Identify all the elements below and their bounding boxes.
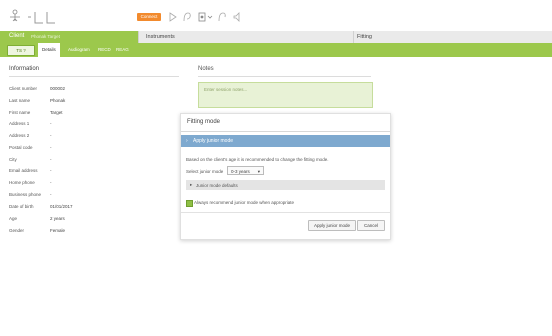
field-value: 000002	[50, 86, 66, 91]
apply-junior-banner: › Apply junior mode	[181, 135, 390, 147]
tab-instruments-label: Instruments	[146, 34, 175, 40]
junior-mode-select[interactable]: 0-3 years ▾	[227, 166, 264, 175]
field-label: Age	[9, 216, 18, 221]
cancel-button[interactable]: Cancel	[357, 220, 385, 231]
hearing-test-icon[interactable]	[217, 11, 227, 23]
play-icon[interactable]	[168, 11, 178, 23]
field-label: Gender	[9, 228, 25, 233]
field-value: -	[50, 157, 52, 162]
field-value: -	[50, 121, 52, 126]
field-value: Target	[50, 110, 63, 115]
field-value: Phonak	[50, 98, 66, 103]
connect-button[interactable]: Connect	[137, 13, 161, 21]
client-subnav: TS ? Details Audiogram RECD REAG	[0, 43, 552, 57]
field-label: Home phone	[9, 180, 35, 185]
recommend-checkbox[interactable]	[186, 200, 193, 207]
device-side-icon	[28, 12, 55, 24]
field-label: Date of birth	[9, 204, 34, 209]
tab-instruments[interactable]: Instruments	[138, 31, 354, 43]
junior-mode-label: Select junior mode	[186, 169, 224, 174]
banner-label: Apply junior mode	[193, 138, 234, 144]
information-divider	[9, 76, 179, 77]
field-value: -	[50, 180, 52, 185]
field-label: Last name	[9, 98, 31, 103]
subtab-details[interactable]: Details	[38, 43, 60, 57]
speaker-icon[interactable]	[232, 11, 242, 23]
client-name: Phonak Target	[31, 34, 60, 39]
field-label: Address 1	[9, 121, 30, 126]
caret-right-icon: ›	[186, 138, 188, 144]
information-title: Information	[9, 66, 40, 72]
notes-title: Notes	[198, 66, 214, 72]
field-value: Female	[50, 228, 66, 233]
notes-placeholder: Enter session notes...	[204, 87, 248, 92]
dialog-title: Fitting mode	[187, 119, 221, 125]
dialog-divider	[181, 131, 390, 132]
back-button[interactable]: TS ?	[7, 45, 35, 56]
field-value: 01/01/2017	[50, 204, 73, 209]
notes-divider	[198, 76, 371, 77]
field-label: Address 2	[9, 133, 30, 138]
hearing-aid-user-icon	[10, 9, 20, 22]
ear-icon[interactable]	[182, 11, 192, 23]
subtab-reag[interactable]: REAG	[112, 43, 133, 57]
tab-client[interactable]: Client Phonak Target	[0, 31, 138, 43]
junior-mode-value: 0-3 years	[231, 169, 250, 174]
field-value: -	[50, 145, 52, 150]
dialog-footer-divider	[181, 212, 390, 213]
notes-input[interactable]: Enter session notes...	[198, 82, 373, 108]
field-label: Postal code	[9, 145, 33, 150]
tab-client-label: Client	[9, 33, 25, 39]
field-label: City	[9, 157, 17, 162]
junior-defaults-section[interactable]: ▸ Junior mode defaults	[186, 180, 385, 190]
tab-fitting[interactable]: Fitting	[353, 31, 552, 43]
subtab-audiogram[interactable]: Audiogram	[64, 43, 94, 57]
field-value: -	[50, 168, 52, 173]
recommend-checkbox-label: Always recommend junior mode when approp…	[194, 200, 295, 205]
field-label: Client number	[9, 86, 38, 91]
fitting-mode-dialog: Fitting mode › Apply junior mode Based o…	[180, 113, 391, 240]
tab-fitting-label: Fitting	[357, 34, 372, 40]
caret-right-icon: ▸	[190, 182, 193, 187]
field-label: First name	[9, 110, 31, 115]
dialog-description: Based on the client's age it is recommen…	[186, 157, 329, 162]
field-value: -	[50, 133, 52, 138]
field-value: -	[50, 192, 52, 197]
dropdown-arrow-icon[interactable]	[206, 11, 216, 23]
field-label: Business phone	[9, 192, 42, 197]
chevron-down-icon: ▾	[257, 169, 260, 174]
apply-junior-mode-button[interactable]: Apply junior mode	[308, 220, 356, 231]
field-value: 2 years	[50, 216, 65, 221]
section-label: Junior mode defaults	[196, 183, 238, 188]
field-label: Email address	[9, 168, 38, 173]
top-toolbar: Connect	[0, 0, 552, 32]
